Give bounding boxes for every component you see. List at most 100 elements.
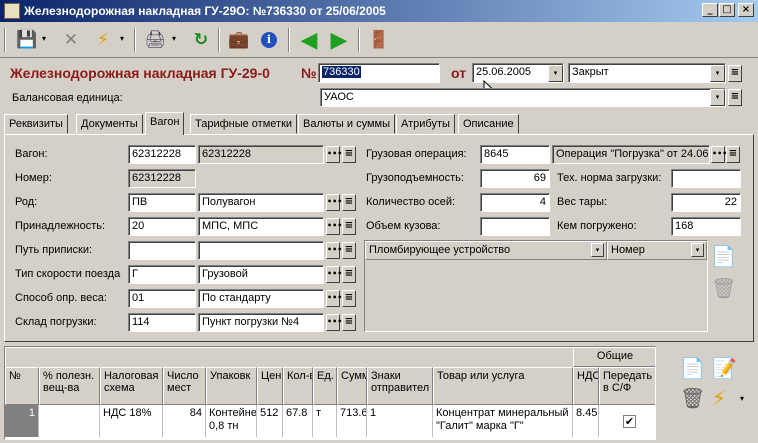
col-pct[interactable]: % полезн. вещ-ва <box>39 367 100 405</box>
date-dropdown-icon[interactable]: ▾ <box>548 65 563 82</box>
vagon-ellipsis-button[interactable]: ••• <box>326 146 342 163</box>
lightning-icon[interactable]: ⚡ <box>90 27 116 53</box>
action-dropdown-icon[interactable]: ▾ <box>120 34 124 43</box>
print-dropdown-icon[interactable]: ▾ <box>172 34 176 43</box>
put-menu-icon[interactable]: ≡ <box>342 242 356 259</box>
kem-pogruzheno-input[interactable]: 168 <box>671 217 741 236</box>
balance-menu-icon[interactable]: ≡ <box>728 89 742 106</box>
goods-action-dropdown-icon[interactable]: ▾ <box>740 394 744 403</box>
seal-device-filter-icon[interactable]: ▾ <box>591 243 604 257</box>
put-code-input[interactable] <box>128 241 196 260</box>
forward-arrow-icon[interactable]: ▶ <box>326 27 352 53</box>
col-places[interactable]: Число мест <box>163 367 206 405</box>
refresh-icon[interactable]: ↻ <box>188 27 214 53</box>
ves-tary-input[interactable]: 22 <box>671 193 741 212</box>
col-qty[interactable]: Кол-в <box>283 367 313 405</box>
seal-trash-icon[interactable]: 🗑 <box>711 276 736 300</box>
seal-grid[interactable]: Пломбирующее устройство ▾ Номер ▾ <box>364 240 708 332</box>
gruz-op-code-input[interactable]: 8645 <box>480 145 550 164</box>
col-pack[interactable]: Упаковк <box>206 367 257 405</box>
tech-norm-input[interactable] <box>671 169 741 188</box>
put-ellipsis-button[interactable]: ••• <box>326 242 342 259</box>
prinad-menu-icon[interactable]: ≡ <box>342 218 356 235</box>
info-icon[interactable]: i <box>256 27 282 53</box>
save-icon[interactable]: 💾 <box>14 27 40 53</box>
row-price-cell[interactable]: 512 <box>257 405 283 437</box>
tab-opisanie[interactable]: Описание <box>458 114 519 134</box>
col-nds[interactable]: НДС <box>573 367 599 405</box>
rod-menu-icon[interactable]: ≡ <box>342 194 356 211</box>
row-marks-cell[interactable]: 1 <box>367 405 433 437</box>
document-number-input[interactable]: 736330 <box>318 63 440 83</box>
rod-code-input[interactable]: ПВ <box>128 193 196 212</box>
col-sum[interactable]: Сумм <box>337 367 367 405</box>
row-pack-cell[interactable]: Контейне 0,8 тн <box>206 405 257 437</box>
sposob-code-input[interactable]: 01 <box>128 289 196 308</box>
tab-valyuty-i-summy[interactable]: Валюты и суммы <box>298 114 395 134</box>
minimize-button[interactable]: _ <box>702 3 718 17</box>
save-dropdown-icon[interactable]: ▾ <box>42 34 46 43</box>
col-tax[interactable]: Налоговая схема <box>100 367 163 405</box>
col-unit[interactable]: Ед. <box>313 367 337 405</box>
prinad-ellipsis-button[interactable]: ••• <box>326 218 342 235</box>
col-product[interactable]: Товар или услуга <box>433 367 573 405</box>
tab-tarifnye-otmetki[interactable]: Тарифные отметки <box>190 114 298 134</box>
sklad-ellipsis-button[interactable]: ••• <box>326 314 342 331</box>
exit-door-icon[interactable]: 🚪 <box>366 27 392 53</box>
sklad-name-field[interactable]: Пункт погрузки №4 <box>198 313 324 332</box>
col-no[interactable]: № <box>5 367 39 405</box>
rod-ellipsis-button[interactable]: ••• <box>326 194 342 211</box>
close-button[interactable]: × <box>738 3 754 17</box>
put-name-field[interactable] <box>198 241 324 260</box>
col-transfer[interactable]: Передать в С/Ф <box>599 367 655 405</box>
status-dropdown-icon[interactable]: ▾ <box>710 65 725 82</box>
row-product-cell[interactable]: Концентрат минеральный "Галит" марка "Г" <box>433 405 573 437</box>
table-row[interactable]: 1 НДС 18% 84 Контейне 0,8 тн 512 67.8 т … <box>5 405 655 437</box>
tip-code-input[interactable]: Г <box>128 265 196 284</box>
col-price[interactable]: Цен <box>257 367 283 405</box>
row-tax-cell[interactable]: НДС 18% <box>100 405 163 437</box>
sposob-name-field[interactable]: По стандарту <box>198 289 324 308</box>
tab-vagon[interactable]: Вагон <box>145 112 185 135</box>
seal-number-filter-icon[interactable]: ▾ <box>691 243 704 257</box>
print-icon[interactable]: 🖨 <box>142 27 168 53</box>
prinad-name-field[interactable]: МПС, МПС <box>198 217 324 236</box>
delete-icon[interactable]: ✕ <box>58 27 84 53</box>
balance-dropdown-icon[interactable]: ▾ <box>710 89 725 106</box>
goods-trash-icon[interactable]: 🗑 <box>680 386 705 410</box>
goods-new-document-icon[interactable]: 📄 <box>680 356 705 380</box>
tip-ellipsis-button[interactable]: ••• <box>326 266 342 283</box>
status-menu-icon[interactable]: ≡ <box>728 65 742 82</box>
vagon-menu-icon[interactable]: ≡ <box>342 146 356 163</box>
transfer-checkbox[interactable]: ✔ <box>623 415 636 428</box>
goods-edit-icon[interactable]: 📝 <box>712 356 737 380</box>
gruz-op-ellipsis-button[interactable]: ••• <box>711 146 727 163</box>
row-qty-cell[interactable]: 67.8 <box>283 405 313 437</box>
tip-name-field[interactable]: Грузовой <box>198 265 324 284</box>
status-select[interactable]: Закрыт <box>568 63 726 83</box>
row-unit-cell[interactable]: т <box>313 405 337 437</box>
obem-input[interactable] <box>480 217 550 236</box>
goods-lightning-icon[interactable]: ⚡ <box>712 386 726 410</box>
row-places-cell[interactable]: 84 <box>163 405 206 437</box>
seal-device-column-header[interactable]: Пломбирующее устройство <box>365 241 607 260</box>
tab-atributy[interactable]: Атрибуты <box>396 114 455 134</box>
tip-menu-icon[interactable]: ≡ <box>342 266 356 283</box>
briefcase-icon[interactable]: 💼 <box>226 27 252 53</box>
sposob-menu-icon[interactable]: ≡ <box>342 290 356 307</box>
back-arrow-icon[interactable]: ◀ <box>296 27 322 53</box>
gruzopod-input[interactable]: 69 <box>480 169 550 188</box>
balance-unit-select[interactable]: УАОС <box>320 88 726 107</box>
prinad-code-input[interactable]: 20 <box>128 217 196 236</box>
gruz-op-menu-icon[interactable]: ≡ <box>726 146 740 163</box>
sklad-code-input[interactable]: 114 <box>128 313 196 332</box>
tab-rekvizity[interactable]: Реквизиты <box>4 114 68 134</box>
seal-new-document-icon[interactable]: 📄 <box>711 244 736 268</box>
tab-dokumenty[interactable]: Документы <box>76 114 143 134</box>
sklad-menu-icon[interactable]: ≡ <box>342 314 356 331</box>
maximize-button[interactable]: □ <box>719 3 735 17</box>
sposob-ellipsis-button[interactable]: ••• <box>326 290 342 307</box>
row-sum-cell[interactable]: 713.6 <box>337 405 367 437</box>
rod-name-field[interactable]: Полувагон <box>198 193 324 212</box>
vagon-code-input[interactable]: 62312228 <box>128 145 196 164</box>
